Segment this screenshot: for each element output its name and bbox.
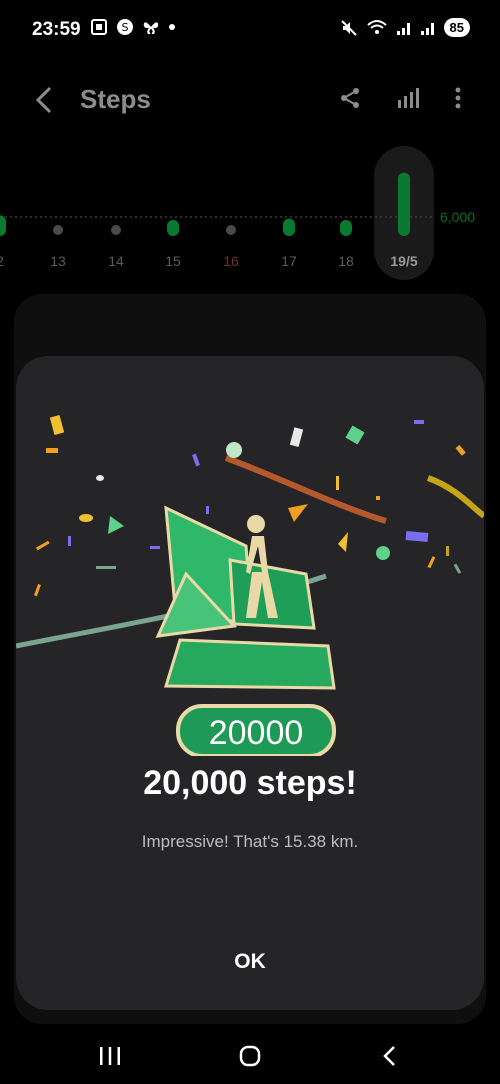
- chart-empty-dot: [226, 225, 236, 235]
- achievement-headline: 20,000 steps!: [143, 764, 357, 802]
- badge: 20000: [155, 505, 336, 756]
- status-time: 23:59: [32, 19, 81, 40]
- status-bar: 23:59 S 85: [0, 0, 500, 60]
- back-arrow-icon[interactable]: [32, 84, 56, 116]
- chart-day-label: 18: [338, 253, 354, 269]
- badge-number: 20000: [209, 714, 304, 752]
- status-system-icons: 85: [340, 18, 470, 37]
- chart-day-label: 14: [108, 253, 124, 269]
- steps-chart[interactable]: 6,000 2 13 14 15 16 17 18 19/5: [0, 140, 500, 290]
- share-icon[interactable]: [338, 86, 362, 110]
- chart-empty-dot: [111, 225, 121, 235]
- recent-apps-icon[interactable]: [98, 1044, 122, 1068]
- navigation-bar: [0, 1028, 500, 1084]
- svg-text:S: S: [122, 21, 129, 34]
- chart-bar: [398, 172, 410, 236]
- achievement-dialog: 20000 20,000 steps! Impressive! That's 1…: [16, 356, 484, 1010]
- header-actions: [338, 86, 462, 110]
- ok-button[interactable]: OK: [200, 940, 300, 984]
- shazam-icon: S: [117, 19, 133, 35]
- back-icon[interactable]: [378, 1044, 402, 1068]
- chart-empty-dot: [53, 225, 63, 235]
- chart-day-label: 2: [0, 253, 4, 269]
- signal-icon: [396, 22, 410, 35]
- chart-bar: [283, 218, 295, 236]
- butterfly-icon: [143, 22, 159, 35]
- signal-icon-2: [420, 22, 434, 35]
- more-options-icon[interactable]: [454, 86, 462, 110]
- achievement-subtext: Impressive! That's 15.38 km.: [141, 832, 359, 851]
- achievement-illustration: 20000: [16, 415, 484, 756]
- chart-day-label: 17: [281, 253, 297, 269]
- chart-day-label: 19/5: [390, 253, 417, 269]
- status-notification-icons: S: [90, 18, 176, 36]
- chart-bar: [340, 220, 352, 236]
- battery-indicator: 85: [443, 18, 470, 37]
- dot-icon: [169, 24, 175, 30]
- app-bar: Steps: [0, 70, 500, 130]
- chart-day-label: 16: [223, 253, 239, 269]
- chart-bar: [0, 215, 6, 236]
- home-icon[interactable]: [238, 1044, 262, 1068]
- goal-label: 6,000: [440, 209, 475, 225]
- bar-chart-icon[interactable]: [396, 86, 420, 110]
- mute-icon: [340, 19, 357, 36]
- wifi-icon: [366, 19, 387, 34]
- chart-bar: [167, 220, 179, 236]
- chart-day-label: 13: [50, 253, 66, 269]
- chart-day-label: 15: [165, 253, 181, 269]
- page-title: Steps: [80, 84, 151, 114]
- screenshot-icon: [91, 19, 107, 35]
- streamer-yellow: [426, 475, 484, 519]
- streamer-brown: [224, 455, 387, 524]
